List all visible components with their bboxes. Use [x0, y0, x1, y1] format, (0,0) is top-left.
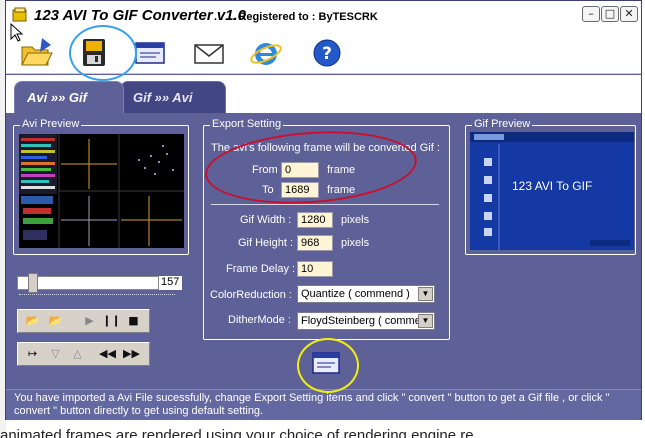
tab-avi-to-gif[interactable]: Avi »» Gif — [14, 81, 124, 113]
gif-width-field[interactable]: 1280 — [297, 212, 333, 228]
title-bar: 123 AVI To GIF Converter v1.0 . . . . Re… — [6, 1, 641, 32]
stop-icon: ■ — [128, 314, 139, 327]
gif-height-label: Gif Height : — [238, 237, 294, 249]
avi-preview-frame — [19, 134, 184, 248]
export-divider — [211, 204, 439, 205]
toolbar: ? — [6, 32, 641, 74]
to-frame-field[interactable]: 1689 — [281, 182, 319, 198]
pause-button[interactable]: ❙❙ — [102, 312, 121, 330]
help-button[interactable]: ? — [309, 35, 345, 71]
frame-slider-track[interactable]: 157 — [17, 273, 182, 293]
close-icon: ✕ — [624, 7, 634, 20]
gif-width-unit: pixels — [341, 214, 370, 226]
open-folder-small-icon: 📂 — [25, 314, 40, 327]
color-reduction-select[interactable]: Quantize ( commend ) ▼ — [297, 285, 435, 303]
status-text: You have imported a Avi File sucessfully… — [14, 392, 610, 417]
save-disk-icon — [83, 39, 105, 66]
background-text: animated frames are rendered using your … — [0, 427, 474, 438]
frame-position-readout: 157 — [158, 276, 182, 290]
rewind-icon: ◀◀ — [99, 347, 116, 360]
from-frame-unit: frame — [327, 164, 356, 176]
mark-out-button[interactable]: △ — [68, 345, 87, 363]
frame-delay-field[interactable]: 10 — [297, 261, 333, 277]
playback-controls: 📂 📂 ▶ ❙❙ ■ — [17, 309, 150, 333]
color-reduction-label: ColorReduction : — [210, 289, 292, 301]
chevron-down-icon[interactable]: ▼ — [418, 287, 433, 301]
to-label: To — [262, 184, 274, 196]
help-icon: ? — [313, 39, 341, 67]
convert-toolbar-button[interactable] — [132, 35, 168, 71]
from-label: From — [252, 164, 278, 176]
pause-icon: ❙❙ — [102, 314, 121, 327]
restore-icon: □ — [604, 7, 616, 20]
mark-in-button[interactable]: ▽ — [46, 345, 65, 363]
navigation-controls: ↦ ▽ △ ◀◀ ▶▶ — [17, 342, 150, 366]
open-avi-alt-button[interactable]: 📂 — [46, 312, 65, 330]
tab-strip: Gif »» Avi Avi »» Gif — [6, 75, 641, 113]
select-range-button[interactable]: ↦ — [23, 345, 42, 363]
gif-preview-label: Gif Preview — [472, 118, 533, 130]
mail-icon — [194, 44, 224, 64]
gif-height-field[interactable]: 968 — [297, 235, 333, 251]
mark-out-icon: △ — [73, 347, 82, 360]
open-avi-button[interactable]: 📂 — [23, 312, 42, 330]
chevron-down-icon[interactable]: ▼ — [418, 314, 433, 328]
stop-button[interactable]: ■ — [124, 312, 143, 330]
gif-preview-frame: 123 AVI To GIF — [470, 132, 634, 250]
from-frame-field[interactable]: 0 — [281, 162, 319, 178]
app-window: 123 AVI To GIF Converter v1.0 . . . . Re… — [5, 0, 642, 420]
mark-in-icon: ▽ — [51, 347, 60, 360]
range-icon: ↦ — [27, 347, 38, 360]
to-frame-unit: frame — [327, 184, 356, 196]
export-intro-text: The avi's following frame will be conver… — [211, 142, 440, 154]
dither-mode-select[interactable]: FloydSteinberg ( commend ) ▼ — [297, 312, 435, 330]
close-button[interactable]: ✕ — [620, 6, 638, 22]
convert-window-icon — [312, 352, 340, 374]
web-button[interactable] — [248, 35, 284, 71]
color-reduction-value: Quantize ( commend ) — [301, 288, 410, 300]
convert-window-icon — [135, 42, 165, 64]
mouse-cursor-icon — [10, 23, 24, 42]
app-icon — [12, 7, 27, 22]
internet-explorer-icon — [250, 43, 282, 65]
tab-gif-to-avi[interactable]: Gif »» Avi — [120, 81, 226, 113]
frame-slider-thumb[interactable] — [28, 273, 38, 293]
svg-text:?: ? — [322, 44, 332, 64]
dither-mode-label: DitherMode : — [228, 314, 291, 326]
export-setting-group: Export Setting — [203, 118, 450, 340]
gif-height-unit: pixels — [341, 237, 370, 249]
fast-forward-icon: ▶▶ — [123, 347, 140, 360]
dither-mode-value: FloydSteinberg ( commend ) — [301, 315, 435, 327]
avi-preview-label: Avi Preview — [20, 118, 82, 130]
play-button[interactable]: ▶ — [80, 312, 99, 330]
restore-button[interactable]: □ — [601, 6, 619, 22]
export-setting-label: Export Setting — [210, 118, 284, 130]
registration-text: . . . . Registered to : ByTESCRK — [214, 11, 378, 23]
status-message: You have imported a Avi File sucessfully… — [6, 389, 641, 420]
gif-width-label: Gif Width : — [240, 214, 292, 226]
avi-frame-image — [19, 134, 184, 248]
next-frame-button[interactable]: ▶▶ — [122, 345, 141, 363]
previous-frame-button[interactable]: ◀◀ — [98, 345, 117, 363]
convert-button[interactable] — [311, 350, 341, 376]
minimize-icon: – — [588, 7, 594, 20]
slider-ticks — [19, 294, 175, 296]
minimize-button[interactable]: – — [582, 6, 600, 22]
open-folder-small-icon: 📂 — [48, 314, 63, 327]
gif-banner-title: 123 AVI To GIF — [512, 179, 593, 193]
play-icon: ▶ — [85, 314, 94, 327]
frame-delay-label: Frame Delay : — [226, 263, 296, 275]
save-button[interactable] — [75, 35, 111, 71]
mail-button[interactable] — [191, 35, 227, 71]
